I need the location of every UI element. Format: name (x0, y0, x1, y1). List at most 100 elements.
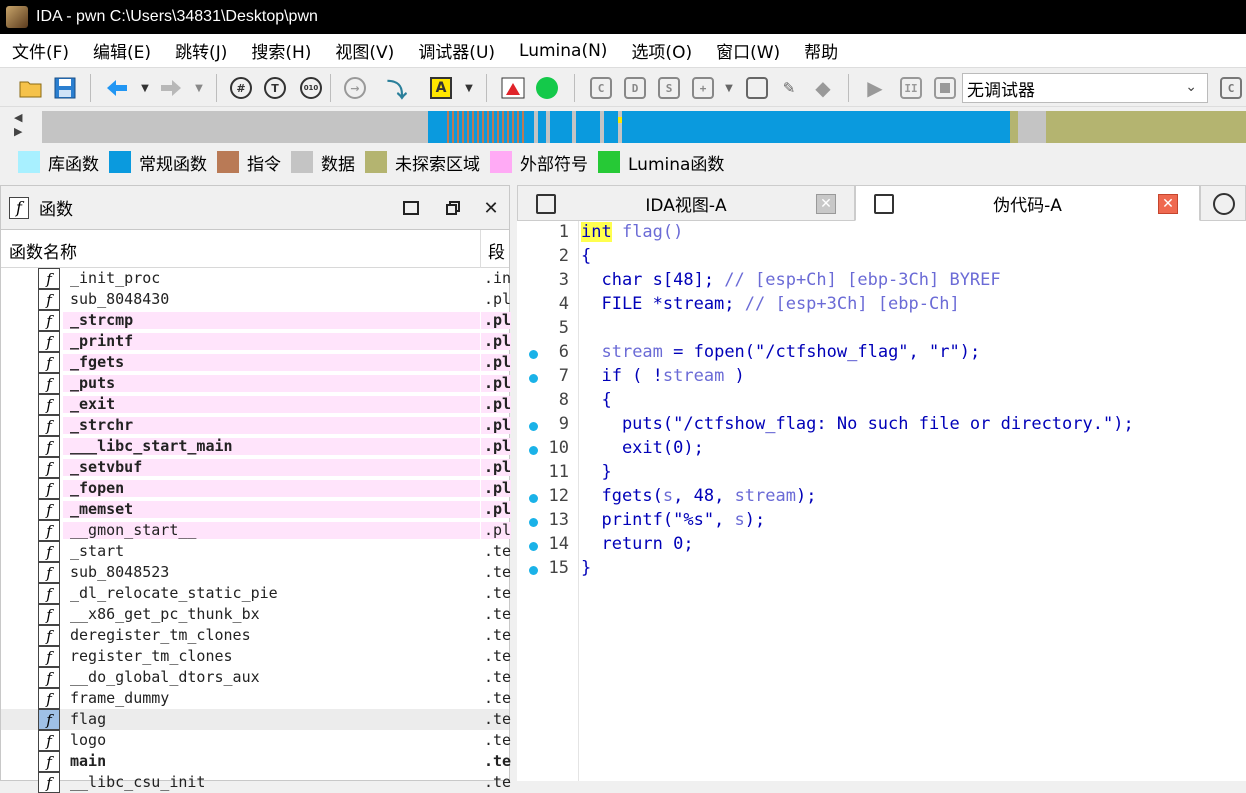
forward-arrow-icon[interactable] (158, 75, 184, 101)
menu-windows[interactable]: 窗口(W) (708, 38, 788, 63)
attach-icon[interactable]: C (1218, 75, 1244, 101)
binary-view-icon[interactable]: 010 (298, 75, 324, 101)
function-row[interactable]: f ___libc_start_main .plt (1, 436, 511, 457)
column-function-name[interactable]: 函数名称 (9, 238, 77, 263)
code-line[interactable]: 13 printf("%s", s); (517, 510, 1246, 534)
back-dropdown-icon[interactable]: ▼ (132, 75, 158, 101)
function-row[interactable]: f _puts .plt (1, 373, 511, 394)
code-line[interactable]: 5 (517, 318, 1246, 342)
menu-options[interactable]: 选项(O) (623, 38, 700, 63)
diamond-icon[interactable]: ◆ (810, 75, 836, 101)
function-row[interactable]: f _dl_relocate_static_pie .text (1, 583, 511, 604)
copy-icon[interactable]: C (588, 75, 614, 101)
run-green-icon[interactable] (534, 75, 560, 101)
code-line[interactable]: 12 fgets(s, 48, stream); (517, 486, 1246, 510)
tab-pseudocode-a[interactable]: 伪代码-A ✕ (855, 185, 1200, 221)
paste-icon[interactable]: D (622, 75, 648, 101)
menu-help[interactable]: 帮助 (796, 38, 846, 63)
restore-icon[interactable] (443, 198, 463, 218)
hex-view-icon[interactable]: # (228, 75, 254, 101)
function-row[interactable]: f register_tm_clones .text (1, 646, 511, 667)
breakpoint-dot-icon[interactable] (529, 518, 538, 527)
function-row[interactable]: f _start .text (1, 541, 511, 562)
code-line[interactable]: 9 puts("/ctfshow_flag: No such file or d… (517, 414, 1246, 438)
function-row[interactable]: f _fopen .plt (1, 478, 511, 499)
code-line[interactable]: 11 } (517, 462, 1246, 486)
menu-lumina[interactable]: Lumina(N) (511, 41, 615, 61)
breakpoint-dot-icon[interactable] (529, 350, 538, 359)
menu-jump[interactable]: 跳转(J) (167, 38, 235, 63)
pseudocode-view[interactable]: 1 int flag() 2{3 char s[48]; // [esp+Ch] [… (517, 221, 1246, 781)
struct-dropdown-icon[interactable]: ▼ (716, 75, 742, 101)
breakpoint-dot-icon[interactable] (529, 542, 538, 551)
text-view-icon[interactable]: T (262, 75, 288, 101)
tab-extra-view[interactable] (1200, 185, 1246, 221)
code-line[interactable]: 4 FILE *stream; // [esp+3Ch] [ebp-Ch] (517, 294, 1246, 318)
function-row[interactable]: f frame_dummy .text (1, 688, 511, 709)
breakpoint-dot-icon[interactable] (529, 422, 538, 431)
close-icon[interactable]: ✕ (816, 194, 836, 214)
tab-ida-view-a[interactable]: IDA视图-A ✕ (517, 185, 855, 221)
close-icon[interactable]: ✕ (481, 198, 501, 219)
breakpoint-dot-icon[interactable] (529, 374, 538, 383)
code-line[interactable]: 15} (517, 558, 1246, 582)
function-row[interactable]: f __gmon_start__ .plt (1, 520, 511, 541)
function-row[interactable]: f _exit .plt (1, 394, 511, 415)
breakpoint-dot-icon[interactable] (529, 446, 538, 455)
nav-scroll-arrows[interactable]: ◀ ▶ (14, 111, 34, 143)
function-row[interactable]: f __libc_csu_init .text (1, 772, 511, 793)
column-segment[interactable]: 段 (488, 238, 505, 263)
struct-icon[interactable]: S (656, 75, 682, 101)
column-divider[interactable] (480, 230, 481, 268)
code-line[interactable]: 14 return 0; (517, 534, 1246, 558)
menu-edit[interactable]: 编辑(E) (85, 38, 159, 63)
menu-debugger[interactable]: 调试器(U) (410, 38, 503, 63)
code-line[interactable]: 7 if ( !stream ) (517, 366, 1246, 390)
function-row[interactable]: f sub_8048523 .text (1, 562, 511, 583)
code-line[interactable]: 8 { (517, 390, 1246, 414)
back-arrow-icon[interactable] (104, 75, 130, 101)
code-line[interactable]: 1 int flag() (517, 222, 1246, 246)
function-row[interactable]: f _fgets .plt (1, 352, 511, 373)
add-struct-icon[interactable]: + (690, 75, 716, 101)
highlight-dropdown-icon[interactable]: ▼ (456, 75, 482, 101)
function-row[interactable]: f _memset .plt (1, 499, 511, 520)
segments-icon[interactable] (500, 75, 526, 101)
code-line[interactable]: 10 exit(0); (517, 438, 1246, 462)
function-row[interactable]: f sub_8048430 .plt (1, 289, 511, 310)
close-icon[interactable]: ✕ (1158, 194, 1178, 214)
pause-icon[interactable]: II (898, 75, 924, 101)
function-row[interactable]: f _strchr .plt (1, 415, 511, 436)
code-line[interactable]: 6 stream = fopen("/ctfshow_flag", "r"); (517, 342, 1246, 366)
menu-search[interactable]: 搜索(H) (243, 38, 319, 63)
function-row[interactable]: f __do_global_dtors_aux .text (1, 667, 511, 688)
forward-dropdown-icon[interactable]: ▼ (186, 75, 212, 101)
navigation-bar[interactable] (42, 111, 1246, 143)
menu-view[interactable]: 视图(V) (327, 38, 402, 63)
save-icon[interactable] (52, 75, 78, 101)
frame-icon[interactable] (744, 75, 770, 101)
debugger-select[interactable]: 无调试器 ⌄ (962, 73, 1208, 103)
function-row[interactable]: fflag .text (1, 709, 511, 730)
function-row[interactable]: flogo .text (1, 730, 511, 751)
function-row[interactable]: fmain .text (1, 751, 511, 772)
function-row[interactable]: f __x86_get_pc_thunk_bx .text (1, 604, 511, 625)
step-icon[interactable]: ⤵ (384, 75, 410, 102)
function-row[interactable]: f _setvbuf .plt (1, 457, 511, 478)
edit-icon[interactable]: ✎ (776, 75, 802, 101)
menu-file[interactable]: 文件(F) (4, 38, 77, 63)
stop-icon[interactable] (932, 75, 958, 101)
breakpoint-dot-icon[interactable] (529, 494, 538, 503)
breakpoint-dot-icon[interactable] (529, 566, 538, 575)
function-row[interactable]: f deregister_tm_clones .text (1, 625, 511, 646)
code-line[interactable]: 3 char s[48]; // [esp+Ch] [ebp-3Ch] BYRE… (517, 270, 1246, 294)
function-row[interactable]: f _init_proc .init (1, 268, 511, 289)
function-row[interactable]: f _printf .plt (1, 331, 511, 352)
play-icon[interactable]: ▶ (862, 75, 888, 101)
open-folder-icon[interactable] (18, 75, 44, 101)
highlight-text-icon[interactable]: A (428, 75, 454, 101)
function-row[interactable]: f _strcmp .plt (1, 310, 511, 331)
maximize-icon[interactable] (401, 198, 421, 218)
code-line[interactable]: 2{ (517, 246, 1246, 270)
jump-icon[interactable]: → (342, 75, 368, 101)
